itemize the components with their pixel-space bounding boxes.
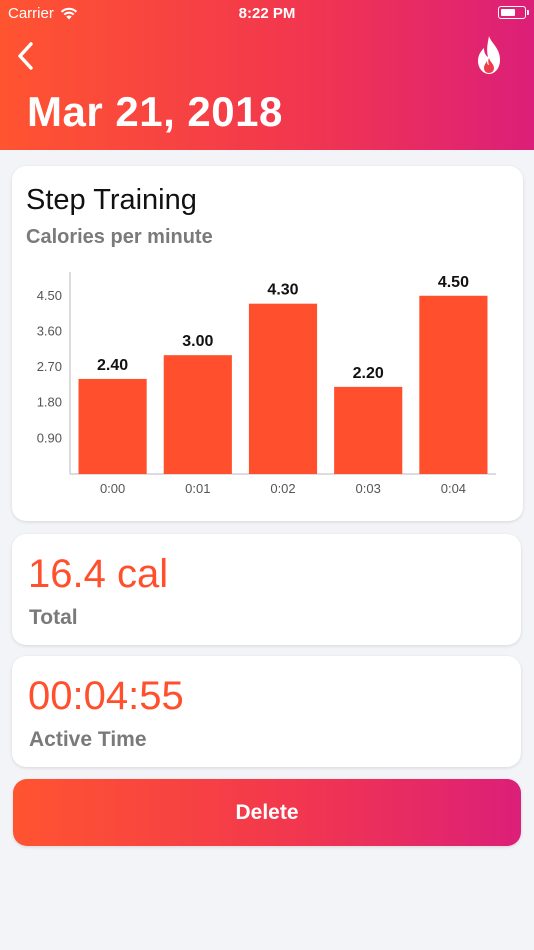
delete-button[interactable]: Delete — [13, 779, 521, 846]
bar — [334, 386, 403, 474]
x-tick-label: 0:02 — [270, 481, 295, 496]
active-time-value: 00:04:55 — [28, 674, 184, 718]
bar-value-label: 2.40 — [97, 357, 128, 374]
y-tick-label: 0.90 — [37, 430, 62, 445]
y-tick-label: 3.60 — [37, 323, 62, 338]
bar-chart: 0.90 1.80 2.70 3.60 4.50 2.40 0:00 3.00 0:01 4.30… — [37, 272, 496, 496]
bar-value-label: 3.00 — [182, 333, 213, 350]
chevron-left-icon — [18, 42, 33, 70]
x-tick-label: 0:00 — [100, 481, 125, 496]
header: Carrier 8:22 PM Mar 21, 2018 — [0, 0, 534, 150]
bar-value-label: 4.30 — [267, 282, 298, 299]
total-label: Total — [29, 606, 78, 629]
y-tick-label: 1.80 — [37, 395, 62, 410]
total-value: 16.4 cal — [28, 552, 169, 596]
bar-value-label: 4.50 — [438, 274, 469, 291]
page-title: Mar 21, 2018 — [27, 88, 283, 135]
bar-value-label: 2.20 — [353, 365, 384, 382]
status-bar: Carrier 8:22 PM — [0, 0, 534, 28]
bar — [78, 378, 147, 474]
y-tick-label: 4.50 — [37, 288, 62, 303]
status-time: 8:22 PM — [238, 5, 296, 22]
bar — [248, 303, 318, 474]
flame-icon — [478, 36, 500, 74]
bar — [419, 295, 488, 474]
bar — [163, 355, 232, 474]
y-tick-label: 2.70 — [37, 359, 62, 374]
back-button[interactable] — [12, 38, 42, 74]
x-tick-label: 0:04 — [441, 481, 466, 496]
x-tick-label: 0:01 — [185, 481, 210, 496]
active-time-label: Active Time — [29, 728, 147, 751]
battery-icon — [498, 6, 529, 19]
flame-button[interactable] — [474, 34, 504, 76]
total-card: 16.4 cal Total — [12, 534, 521, 645]
active-time-card: 00:04:55 Active Time — [12, 656, 521, 767]
x-tick-label: 0:03 — [356, 481, 381, 496]
chart-card: Step Training Calories per minute 0.90 1.… — [12, 166, 523, 521]
